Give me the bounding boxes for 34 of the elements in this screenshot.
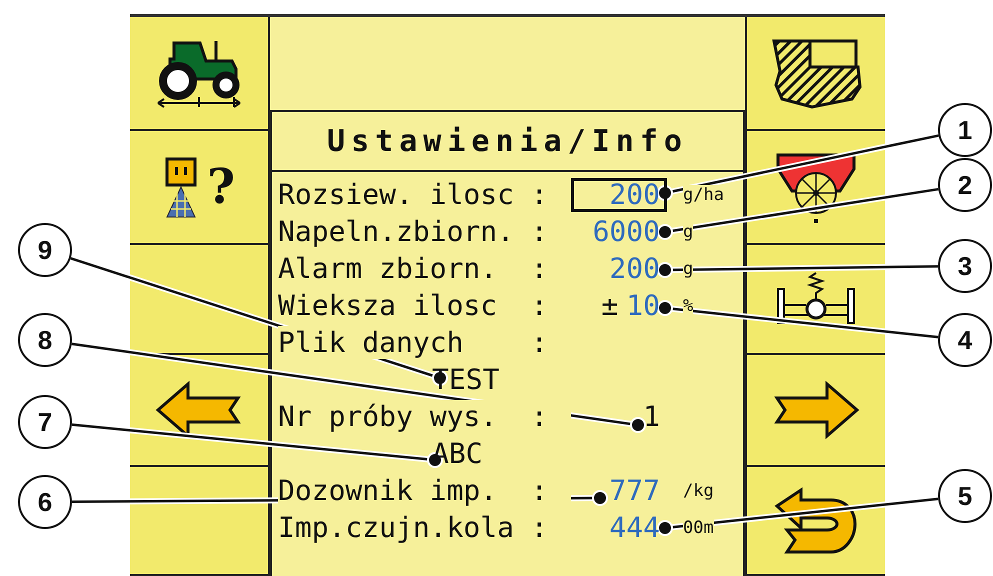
- value-field[interactable]: ± 10: [571, 288, 667, 322]
- function-key[interactable]: [745, 131, 885, 245]
- function-key[interactable]: [745, 17, 885, 131]
- function-key[interactable]: [130, 355, 270, 467]
- value-field[interactable]: 6000: [571, 214, 667, 248]
- callout-number: 1: [938, 103, 992, 157]
- callout-number: 5: [938, 469, 992, 523]
- value-field[interactable]: 777: [571, 474, 667, 508]
- callout-number: 3: [938, 239, 992, 293]
- return-arrow-icon: [773, 486, 859, 556]
- function-key[interactable]: [130, 17, 270, 131]
- callout-number: 2: [938, 158, 992, 212]
- value-field[interactable]: 444: [571, 510, 667, 544]
- callout-number: 9: [18, 223, 72, 277]
- callout-number: 7: [18, 395, 72, 449]
- sprayer-icon: [162, 155, 199, 219]
- setting-label: Nr próby wys. :: [278, 400, 571, 433]
- plus-minus-sign: ±: [601, 289, 618, 322]
- unit-label: g: [683, 222, 694, 242]
- callout-number: 4: [938, 313, 992, 367]
- callout-number: 8: [18, 313, 72, 367]
- function-key[interactable]: [745, 355, 885, 467]
- question-mark: ?: [206, 159, 236, 215]
- value-field[interactable]: 200: [571, 178, 667, 212]
- callout-number: 6: [18, 475, 72, 529]
- panel-title: Ustawienia/Info: [272, 112, 743, 172]
- unit-label: /kg: [683, 480, 714, 500]
- blank-key[interactable]: [130, 467, 270, 576]
- function-key[interactable]: [745, 245, 885, 355]
- unit-label: g/ha: [683, 184, 724, 204]
- function-key[interactable]: [745, 467, 885, 576]
- value-field[interactable]: 200: [571, 252, 667, 286]
- hatched-field-icon: [770, 37, 862, 109]
- setting-value: 1: [643, 400, 660, 433]
